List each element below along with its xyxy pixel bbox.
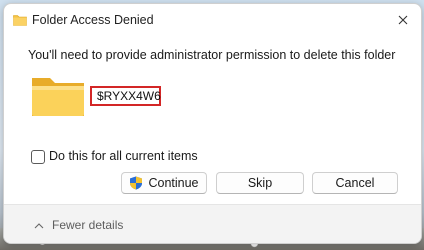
apply-to-all-checkbox[interactable] (31, 150, 45, 164)
permission-message: You'll need to provide administrator per… (28, 48, 396, 62)
folder-name-label: $RYXX4W6 (90, 86, 161, 106)
cancel-button-label: Cancel (335, 176, 375, 190)
dialog-footer: Fewer details (4, 204, 421, 243)
skip-button-label: Skip (247, 176, 273, 190)
skip-button[interactable]: Skip (216, 172, 304, 194)
continue-button[interactable]: Continue (121, 172, 207, 194)
title-bar: Folder Access Denied (4, 4, 421, 36)
continue-button-label: Continue (148, 176, 199, 190)
apply-to-all-label[interactable]: Do this for all current items (49, 149, 198, 163)
chevron-up-icon (34, 222, 44, 228)
fewer-details-label: Fewer details (52, 218, 124, 232)
uac-shield-icon (130, 176, 143, 190)
window-title: Folder Access Denied (32, 13, 154, 27)
close-button[interactable] (391, 8, 415, 32)
folder-access-denied-dialog: Folder Access Denied You'll need to prov… (3, 3, 422, 244)
close-icon (398, 15, 408, 25)
folder-icon (32, 78, 84, 116)
cancel-button[interactable]: Cancel (312, 172, 398, 194)
fewer-details-toggle[interactable]: Fewer details (34, 218, 123, 232)
folder-icon (13, 15, 27, 26)
